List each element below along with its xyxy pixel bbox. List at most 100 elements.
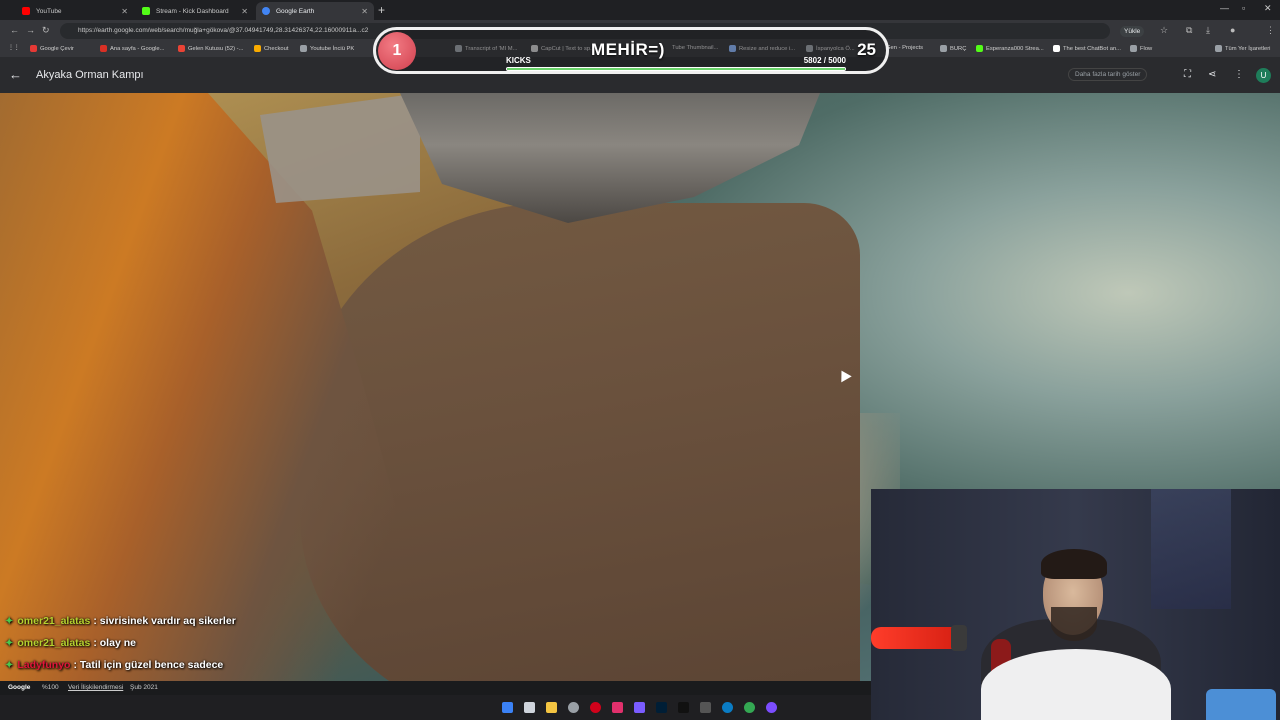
bookmark-label: Gen - Projects <box>886 45 924 51</box>
opera-icon[interactable] <box>590 702 601 713</box>
google-earth-icon <box>262 7 270 15</box>
tab-kick-dashboard[interactable]: Stream - Kick Dashboard ✕ <box>136 2 254 20</box>
bookmark-favicon <box>254 45 261 52</box>
chrome-icon[interactable] <box>744 702 755 713</box>
streamer-hair <box>1041 549 1107 579</box>
bookmark-item[interactable]: BURÇ <box>940 45 966 52</box>
close-icon[interactable]: ✕ <box>361 7 368 16</box>
bookmark-item[interactable]: Flow <box>1130 45 1152 52</box>
star-icon[interactable]: ☆ <box>1160 25 1168 36</box>
extensions-icon[interactable]: ⧉ <box>1186 25 1192 36</box>
streamer-shirt <box>981 649 1171 720</box>
place-title: Akyaka Orman Kampı <box>36 69 144 81</box>
kicks-progress-bar <box>506 67 846 71</box>
bookmark-label: Esperanza000 Strea... <box>986 45 1044 52</box>
microphone-mount <box>951 625 967 651</box>
maximize-icon[interactable]: ▫ <box>1242 3 1245 13</box>
edge-icon[interactable] <box>722 702 733 713</box>
chat-message: ✦ omer21_alatas : olay ne <box>5 632 236 654</box>
tab-label: YouTube <box>36 7 62 15</box>
close-icon[interactable]: ✕ <box>241 7 248 16</box>
zoom-level: %100 <box>42 684 59 691</box>
bookmark-item[interactable]: The best ChatBot an... <box>1053 45 1121 52</box>
bookmark-label: Youtube İnciü PK <box>310 45 355 52</box>
profile-icon[interactable]: ● <box>1230 25 1235 35</box>
kick-goal-overlay: 1 MEHİR=) 25 KICKS 5802 / 5000 <box>373 27 889 74</box>
bookmark-item[interactable]: Gen - Projects <box>886 45 923 51</box>
kicks-progress-fill <box>507 68 845 70</box>
chat-username: omer21_alatas <box>17 615 91 627</box>
kicks-progress-text: 5802 / 5000 <box>803 56 846 65</box>
bookmark-favicon <box>30 45 37 52</box>
capcut-icon[interactable] <box>700 702 711 713</box>
bookmark-favicon <box>1053 45 1060 52</box>
forward-icon[interactable]: → <box>26 25 35 35</box>
webcam-feed <box>871 489 1280 720</box>
photoshop-icon[interactable] <box>656 702 667 713</box>
reload-icon[interactable]: ↻ <box>42 25 50 36</box>
chat-username: omer21_alatas <box>17 637 91 649</box>
top-supporter-name: MEHİR=) <box>591 40 665 59</box>
back-icon[interactable]: ← <box>10 25 19 35</box>
chat-overlay: ✦ omer21_alatas : sivrisinek vardır aq s… <box>5 610 236 676</box>
minimize-icon[interactable]: — <box>1220 3 1229 13</box>
folder-icon <box>300 45 307 52</box>
bookmark-item[interactable]: Google Çevir <box>30 45 74 52</box>
new-tab-icon[interactable]: + <box>378 3 385 17</box>
bookmark-label: Google Çevir <box>40 45 74 52</box>
fullscreen-icon[interactable]: ⛶ <box>1184 69 1191 80</box>
tab-label: Stream - Kick Dashboard <box>156 7 229 15</box>
bookmark-label: BURÇ <box>950 45 967 52</box>
close-icon[interactable]: ✕ <box>121 7 128 16</box>
supporter-count: 25 <box>857 40 876 59</box>
tiktok-icon[interactable] <box>678 702 689 713</box>
file-explorer-icon[interactable] <box>546 702 557 713</box>
rank-badge: 1 <box>378 32 416 70</box>
data-attribution-link[interactable]: Veri İlişkilendirmesi <box>68 684 123 691</box>
microphone <box>871 627 961 649</box>
obs-icon[interactable] <box>766 702 777 713</box>
chat-text: : sivrisinek vardır aq sikerler <box>93 615 236 627</box>
bookmark-item[interactable]: Gelen Kutusu (52) -... <box>178 45 243 52</box>
back-arrow-icon[interactable]: ← <box>9 67 22 82</box>
bookmark-label: Gelen Kutusu (52) -... <box>188 45 244 52</box>
chat-text: : olay ne <box>93 637 136 649</box>
chat-message: ✦ omer21_alatas : sivrisinek vardır aq s… <box>5 610 236 632</box>
imagery-date: Şub 2021 <box>130 684 158 691</box>
bookmark-item[interactable]: Esperanza000 Strea... <box>976 45 1044 52</box>
gem-icon: ✦ <box>5 615 14 627</box>
download-icon[interactable]: ⤓ <box>1206 25 1210 36</box>
all-bookmarks[interactable]: Tüm Yer İşaretleri <box>1215 45 1270 52</box>
avatar[interactable]: U <box>1256 68 1271 83</box>
desk-object <box>1206 689 1276 720</box>
task-view-icon[interactable] <box>524 702 535 713</box>
tab-bar: YouTube ✕ Stream - Kick Dashboard ✕ Goog… <box>0 0 1280 20</box>
bookmark-item[interactable]: Ana sayfa - Google... <box>100 45 164 52</box>
bookmark-favicon <box>100 45 107 52</box>
folder-icon <box>940 45 947 52</box>
taskbar <box>0 695 871 720</box>
more-icon[interactable]: ⋮ <box>1234 69 1244 80</box>
google-logo: Google <box>8 684 31 691</box>
more-dates-button[interactable]: Daha fazla tarih göster <box>1068 68 1148 81</box>
bookmark-item[interactable]: Checkout <box>254 45 289 52</box>
chat-message: ✦ Ladyfunyo : Tatil için güzel bence sad… <box>5 654 236 676</box>
tab-youtube[interactable]: YouTube ✕ <box>16 2 134 20</box>
bookmark-label: Checkout <box>264 45 289 52</box>
apps-icon[interactable]: ⋮⋮ <box>8 45 20 51</box>
tab-google-earth[interactable]: Google Earth ✕ <box>256 2 374 20</box>
bookmark-item[interactable]: Youtube İnciü PK <box>300 45 354 52</box>
streamer-beard <box>1051 607 1097 641</box>
settings-icon[interactable] <box>568 702 579 713</box>
kicks-label: KICKS <box>506 56 531 65</box>
windows-start-icon[interactable] <box>502 702 513 713</box>
stone-wall <box>260 93 420 203</box>
close-window-icon[interactable]: ✕ <box>1264 3 1272 14</box>
share-icon[interactable]: ⋖ <box>1208 69 1216 80</box>
bookmark-label: Flow <box>1140 45 1153 52</box>
instagram-icon[interactable] <box>612 702 623 713</box>
menu-icon[interactable]: ⋮ <box>1266 25 1275 36</box>
messenger-icon[interactable] <box>634 702 645 713</box>
upload-button[interactable]: Yükle <box>1120 26 1145 37</box>
chat-username: Ladyfunyo <box>17 659 71 671</box>
